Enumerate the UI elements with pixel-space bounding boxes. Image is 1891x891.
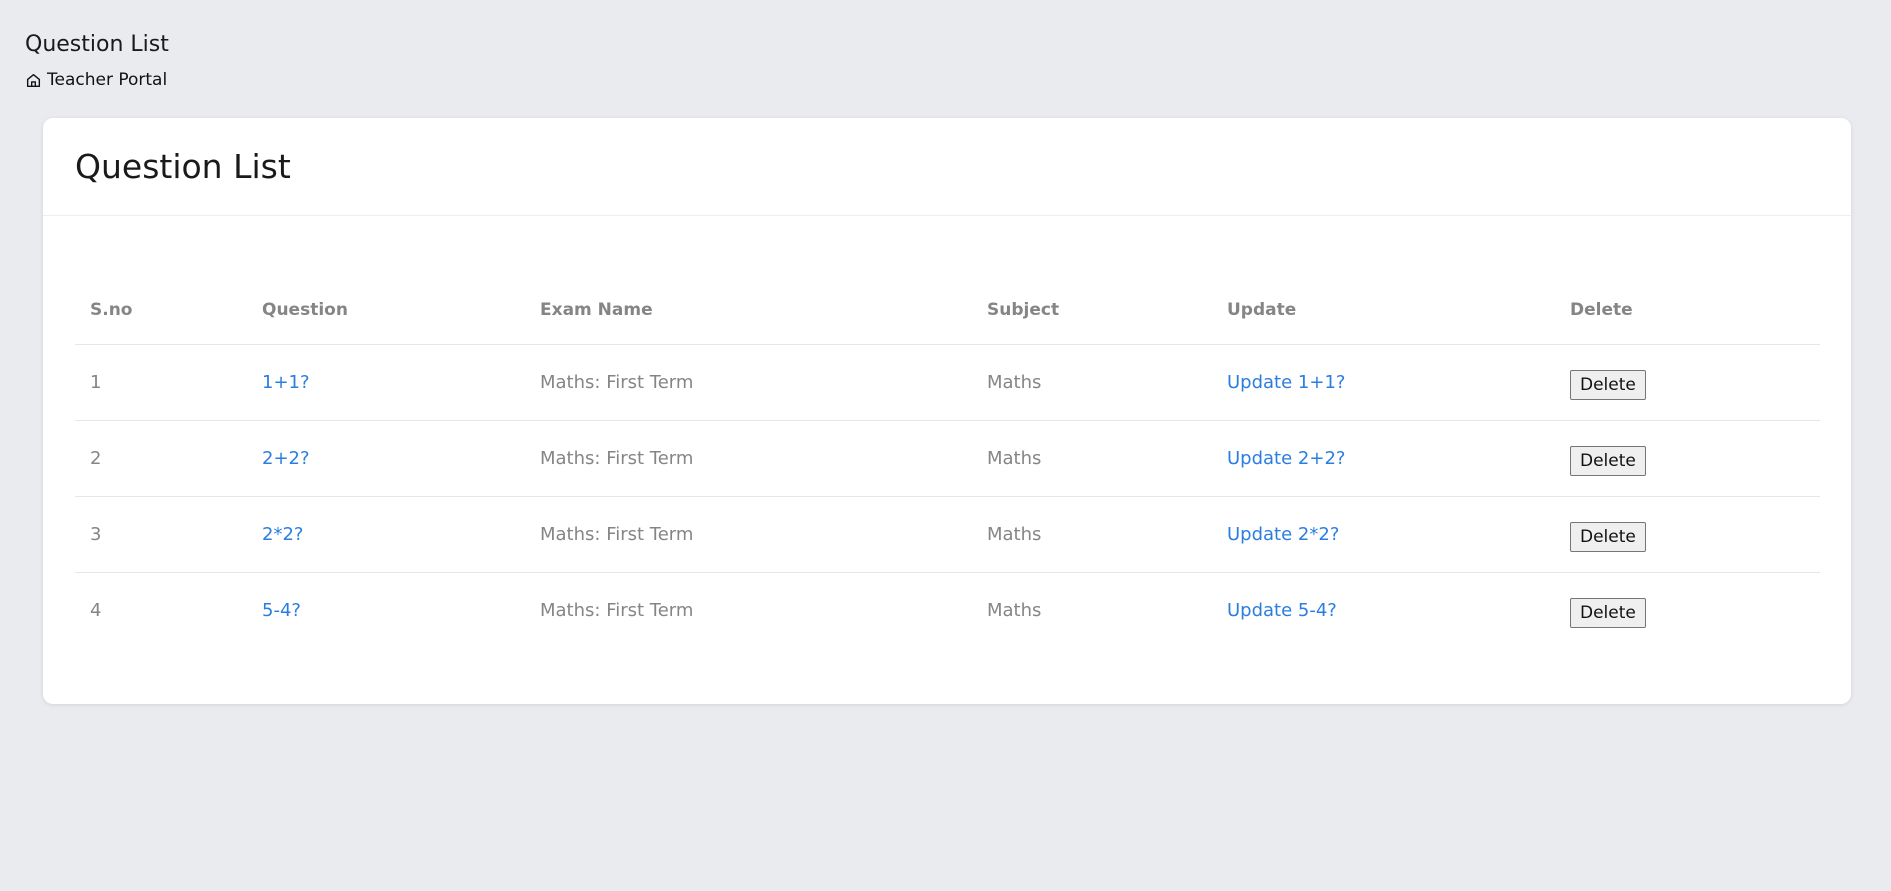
page-header: Question List Teacher Portal: [25, 30, 169, 90]
breadcrumb: Teacher Portal: [25, 70, 169, 90]
table-row: 2 2+2? Maths: First Term Maths Update 2+…: [75, 420, 1820, 497]
home-icon[interactable]: [25, 72, 42, 89]
delete-button[interactable]: Delete: [1570, 521, 1646, 552]
cell-exam-name: Maths: First Term: [525, 496, 972, 573]
cell-subject: Maths: [972, 344, 1212, 421]
question-list-card: Question List S.no Question Exam Name Su…: [43, 118, 1851, 704]
delete-button[interactable]: Delete: [1570, 369, 1646, 400]
table-row: 4 5-4? Maths: First Term Maths Update 5-…: [75, 573, 1820, 649]
question-link[interactable]: 2*2?: [262, 524, 303, 545]
update-link[interactable]: Update 1+1?: [1227, 372, 1345, 393]
cell-delete: Delete: [1555, 573, 1820, 649]
question-table-wrapper: S.no Question Exam Name Subject Update D…: [75, 275, 1820, 648]
header-subject: Subject: [972, 275, 1212, 345]
card-header: Question List: [43, 118, 1851, 216]
cell-subject: Maths: [972, 420, 1212, 497]
cell-delete: Delete: [1555, 496, 1820, 573]
cell-question: 5-4?: [247, 573, 525, 649]
header-exam-name: Exam Name: [525, 275, 972, 345]
cell-subject: Maths: [987, 600, 1042, 621]
update-link[interactable]: Update 2*2?: [1227, 524, 1339, 545]
table-row: 1 1+1? Maths: First Term Maths Update 1+…: [75, 344, 1820, 421]
question-link[interactable]: 1+1?: [262, 372, 310, 393]
cell-sno: 1: [75, 344, 247, 421]
header-sno: S.no: [75, 275, 247, 345]
header-delete: Delete: [1555, 275, 1820, 345]
cell-exam-name: Maths: First Term: [540, 600, 694, 621]
cell-sno: 2: [75, 420, 247, 497]
cell-sno: 3: [75, 496, 247, 573]
card-title: Question List: [75, 147, 291, 186]
cell-delete: Delete: [1555, 344, 1820, 421]
cell-update: Update 5-4?: [1212, 573, 1555, 649]
cell-question: 2+2?: [247, 420, 525, 497]
update-link[interactable]: Update 2+2?: [1227, 448, 1345, 469]
cell-update: Update 2*2?: [1212, 496, 1555, 573]
header-question: Question: [247, 275, 525, 345]
cell-exam-name: Maths: First Term: [525, 420, 972, 497]
cell-exam-name: Maths: First Term: [525, 344, 972, 421]
table-header-row: S.no Question Exam Name Subject Update D…: [75, 275, 1820, 345]
page-title: Question List: [25, 32, 169, 57]
header-update: Update: [1212, 275, 1555, 345]
cell-update: Update 2+2?: [1212, 420, 1555, 497]
delete-button[interactable]: Delete: [1570, 597, 1646, 628]
cell-sno: 4: [90, 600, 102, 621]
question-link[interactable]: 2+2?: [262, 448, 310, 469]
table-row: 3 2*2? Maths: First Term Maths Update 2*…: [75, 496, 1820, 573]
cell-question: 2*2?: [247, 496, 525, 573]
breadcrumb-link-teacher-portal[interactable]: Teacher Portal: [47, 70, 167, 90]
cell-delete: Delete: [1555, 420, 1820, 497]
cell-update: Update 1+1?: [1212, 344, 1555, 421]
cell-question: 1+1?: [247, 344, 525, 421]
cell-subject: Maths: [972, 496, 1212, 573]
delete-button[interactable]: Delete: [1570, 445, 1646, 476]
update-link[interactable]: Update 5-4?: [1227, 600, 1337, 621]
question-table: S.no Question Exam Name Subject Update D…: [75, 275, 1820, 648]
question-link[interactable]: 5-4?: [262, 600, 301, 621]
